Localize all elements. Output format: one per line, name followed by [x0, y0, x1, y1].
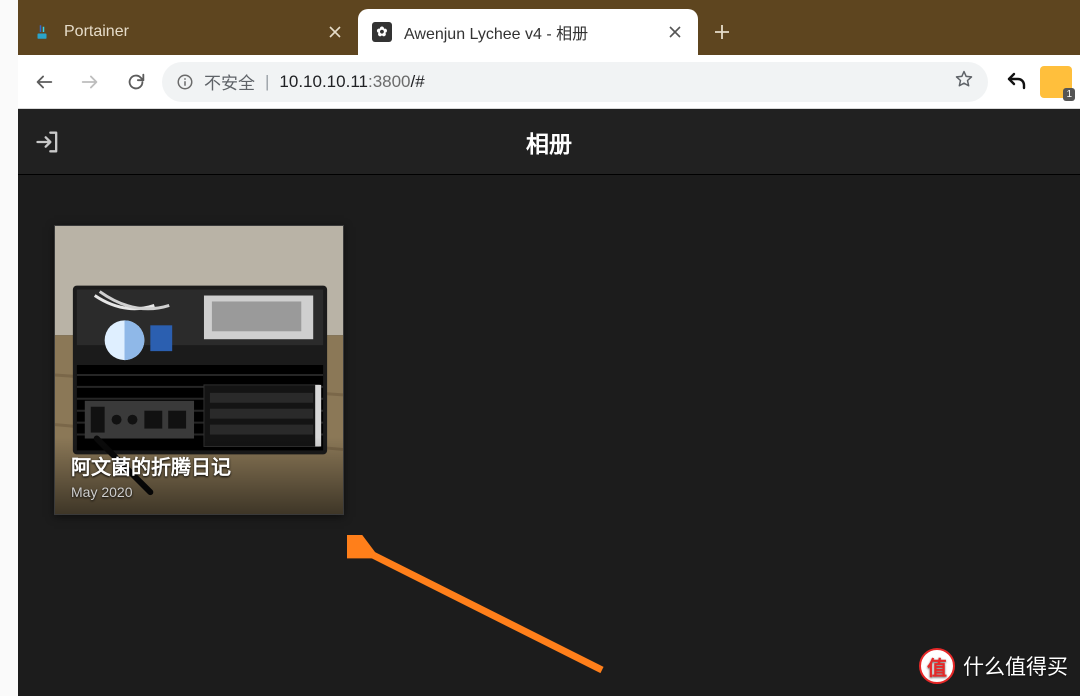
back-button[interactable]: [24, 62, 64, 102]
extension-badge-icon[interactable]: 1: [1040, 66, 1072, 98]
lychee-favicon-icon: ✿: [372, 22, 392, 42]
tab-label: Awenjun Lychee v4 - 相册: [404, 20, 666, 44]
undo-extension-icon[interactable]: [1000, 65, 1034, 99]
annotation-arrow-icon: [347, 535, 617, 685]
app-header: 相册: [18, 109, 1080, 175]
insecure-label: 不安全: [204, 69, 255, 94]
lychee-app: 相册: [18, 109, 1080, 696]
login-button[interactable]: [18, 109, 78, 175]
url-text: 10.10.10.11:3800/#: [279, 72, 424, 92]
album-grid: 阿文菌的折腾日记 May 2020: [18, 175, 1080, 515]
watermark: 值 什么值得买: [919, 648, 1068, 684]
browser-toolbar: 不安全 | 10.10.10.11:3800/# 1: [18, 55, 1080, 109]
watermark-text: 什么值得买: [963, 651, 1068, 681]
tab-close-icon[interactable]: [666, 23, 684, 41]
browser-tab-strip: Portainer ✿ Awenjun Lychee v4 - 相册: [18, 0, 1080, 55]
browser-tab-portainer[interactable]: Portainer: [18, 9, 358, 55]
watermark-badge-icon: 值: [919, 648, 955, 684]
tab-close-icon[interactable]: [326, 23, 344, 41]
album-title: 阿文菌的折腾日记: [71, 451, 327, 480]
reload-button[interactable]: [116, 62, 156, 102]
site-info-icon[interactable]: [176, 73, 194, 91]
extension-badge-count: 1: [1063, 88, 1075, 101]
address-bar[interactable]: 不安全 | 10.10.10.11:3800/#: [162, 62, 988, 102]
page-title: 相册: [18, 125, 1080, 159]
forward-button[interactable]: [70, 62, 110, 102]
tab-label: Portainer: [64, 23, 326, 41]
browser-tab-lychee[interactable]: ✿ Awenjun Lychee v4 - 相册: [358, 9, 698, 55]
portainer-favicon-icon: [32, 22, 52, 42]
new-tab-button[interactable]: [704, 14, 740, 50]
bookmark-star-icon[interactable]: [954, 69, 974, 94]
window-edge-strip: [0, 0, 18, 696]
album-overlay: 阿文菌的折腾日记 May 2020: [55, 437, 343, 514]
album-date: May 2020: [71, 484, 327, 500]
album-card[interactable]: 阿文菌的折腾日记 May 2020: [54, 225, 344, 515]
address-separator: |: [265, 72, 269, 92]
